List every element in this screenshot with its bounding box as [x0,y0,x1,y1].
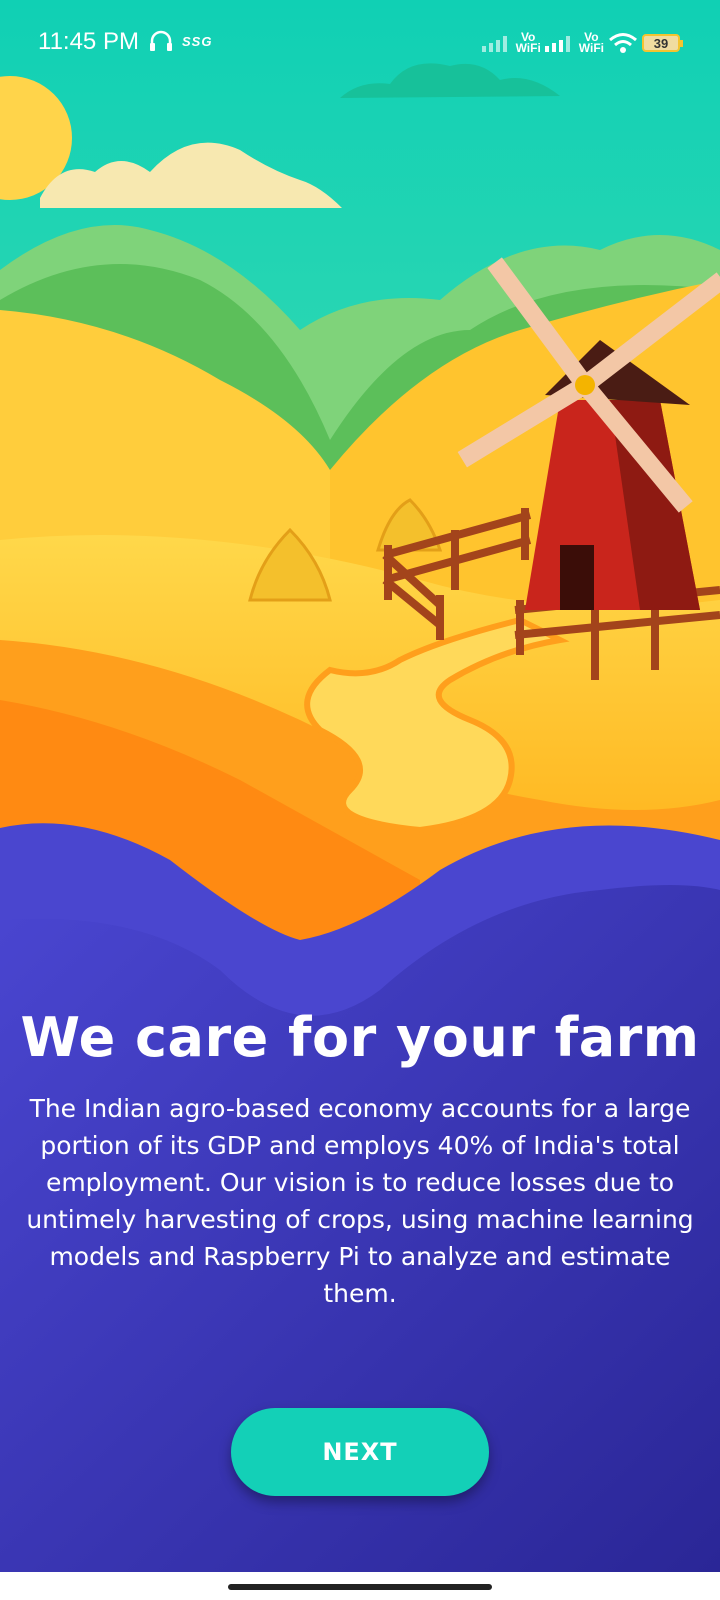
vowifi-label-2: Vo WiFi [578,30,604,55]
onboarding-screen: 11:45 PM SSG Vo WiFi Vo WiFi 39 We care … [0,0,720,1572]
battery-icon: 39 [642,34,683,52]
next-button[interactable]: NEXT [231,1408,489,1496]
vowifi-label-1: Vo WiFi [515,30,541,55]
battery-level: 39 [653,35,669,51]
onboarding-description: The Indian agro-based economy accounts f… [26,1094,694,1308]
wifi-icon [609,33,637,53]
onboarding-title: We care for your farm [20,1006,700,1069]
signal-icon [544,36,570,52]
status-icons: Vo WiFi Vo WiFi 39 [481,26,683,60]
status-bar: 11:45 PM SSG Vo WiFi Vo WiFi 39 [0,0,720,86]
headset-icon [150,30,172,51]
carrier-badge: SSG [182,34,213,49]
home-indicator[interactable] [228,1584,492,1590]
signal-icon [481,36,507,52]
navigation-bar [0,1572,720,1600]
status-time: 11:45 PM [38,28,139,55]
